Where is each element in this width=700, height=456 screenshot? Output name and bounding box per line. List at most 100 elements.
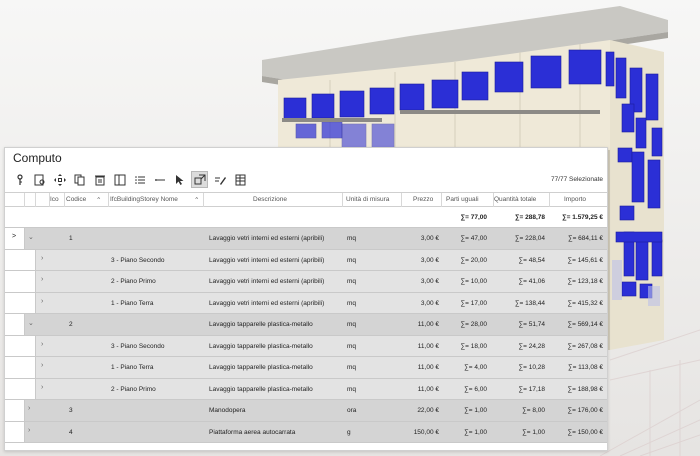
- cell-quantita: ∑= 51,74: [518, 321, 545, 328]
- key-icon[interactable]: [11, 171, 28, 188]
- cell-unita: mq: [347, 256, 357, 264]
- cell-descrizione: Lavaggio tapparelle plastica-metallo: [209, 385, 313, 393]
- cell-codice: 2: [69, 321, 73, 328]
- delete-icon[interactable]: [91, 171, 108, 188]
- column-header-codice[interactable]: Codice: [66, 196, 86, 203]
- cell-descrizione: Lavaggio tapparelle plastica-metallo: [209, 342, 313, 350]
- collapse-chevron-icon[interactable]: ⌄: [28, 319, 34, 327]
- table-row[interactable]: › 4 Piattaforma aerea autocarrata g 150,…: [5, 421, 607, 443]
- cell-prezzo: 150,00 €: [413, 428, 439, 436]
- cell-parti: ∑= 47,00: [460, 235, 487, 242]
- move-icon[interactable]: [51, 171, 68, 188]
- tag-search-icon[interactable]: [31, 171, 48, 188]
- cell-parti: ∑= 1,00: [464, 428, 487, 436]
- cell-prezzo: 11,00 €: [417, 342, 439, 350]
- isolate-icon[interactable]: [191, 171, 208, 188]
- total-importo: ∑= 1.579,25 €: [562, 214, 603, 221]
- computo-table: Ico Codice ⌃ IfcBuildingStorey Nome ⌃ De…: [5, 192, 607, 443]
- column-header-importo[interactable]: Importo: [564, 196, 586, 203]
- cell-unita: mq: [347, 364, 357, 371]
- cell-quantita: ∑= 228,04: [514, 235, 545, 242]
- current-row-marker: >: [12, 233, 17, 240]
- expand-chevron-icon[interactable]: ›: [41, 362, 43, 369]
- cell-prezzo: 3,00 €: [420, 299, 439, 307]
- cell-storey: 2 - Piano Primo: [111, 278, 156, 285]
- table-row[interactable]: › 3 - Piano Secondo Lavaggio vetri inter…: [5, 249, 607, 271]
- total-parti: ∑= 77,00: [460, 214, 487, 221]
- cell-importo: ∑= 150,00 €: [567, 428, 603, 436]
- column-header-descrizione[interactable]: Descrizione: [253, 196, 287, 203]
- cell-storey: 3 - Piano Secondo: [111, 256, 165, 264]
- table-row[interactable]: › 1 - Piano Terra Lavaggio tapparelle pl…: [5, 357, 607, 379]
- cell-importo: ∑= 113,08 €: [567, 364, 603, 371]
- expand-chevron-icon[interactable]: ›: [41, 276, 43, 283]
- cell-importo: ∑= 569,14 €: [567, 321, 603, 328]
- cell-codice: 3: [69, 407, 73, 414]
- pointer-select-icon[interactable]: [171, 171, 188, 188]
- cell-parti: ∑= 4,00: [464, 364, 487, 371]
- table-row[interactable]: › 3 - Piano Secondo Lavaggio tapparelle …: [5, 335, 607, 357]
- cell-importo: ∑= 176,00 €: [567, 407, 603, 414]
- total-quantita: ∑= 288,78: [514, 214, 545, 221]
- columns-icon[interactable]: [111, 171, 128, 188]
- column-header-storey[interactable]: IfcBuildingStorey Nome: [110, 196, 178, 203]
- totals-row: ∑= 77,00 ∑= 288,78 ∑= 1.579,25 €: [5, 207, 607, 228]
- expand-chevron-icon[interactable]: ›: [28, 405, 30, 412]
- table-row[interactable]: › 2 - Piano Primo Lavaggio tapparelle pl…: [5, 378, 607, 400]
- column-header-ico[interactable]: Ico: [50, 196, 59, 203]
- expand-chevron-icon[interactable]: ›: [41, 298, 43, 305]
- cell-importo: ∑= 267,08 €: [567, 342, 603, 350]
- cell-quantita: ∑= 8,00: [522, 407, 545, 414]
- table-row[interactable]: › 1 - Piano Terra Lavaggio vetri interni…: [5, 292, 607, 314]
- cell-parti: ∑= 6,00: [464, 385, 487, 393]
- cell-importo: ∑= 123,18 €: [567, 278, 603, 285]
- column-header-prezzo[interactable]: Prezzo: [413, 196, 433, 203]
- cell-descrizione: Lavaggio vetri interni ed esterni (aprib…: [209, 256, 325, 264]
- cell-descrizione: Lavaggio vetri interni ed esterni (aprib…: [209, 299, 325, 307]
- table-row[interactable]: › 2 - Piano Primo Lavaggio vetri interni…: [5, 271, 607, 293]
- cell-unita: mq: [347, 278, 357, 285]
- table-row[interactable]: › 3 Manodopera ora 22,00 € ∑= 1,00 ∑= 8,…: [5, 400, 607, 422]
- column-header-quantita[interactable]: Quantità totale: [494, 196, 536, 203]
- cell-storey: 2 - Piano Primo: [111, 385, 156, 393]
- cell-unita: mq: [347, 385, 357, 393]
- sort-asc-icon[interactable]: ⌃: [194, 196, 199, 204]
- cell-prezzo: 22,00 €: [417, 407, 439, 414]
- cell-unita: g: [347, 428, 351, 436]
- table-row[interactable]: ⌄ 2 Lavaggio tapparelle plastica-metallo…: [5, 314, 607, 336]
- toolbar: [11, 171, 248, 189]
- cell-descrizione: Lavaggio tapparelle plastica-metallo: [209, 321, 313, 328]
- cell-parti: ∑= 10,00: [460, 278, 487, 285]
- collapse-chevron-icon[interactable]: ⌄: [28, 233, 34, 241]
- panel-title: Computo: [13, 151, 62, 165]
- cell-unita: mq: [347, 299, 357, 307]
- table-row[interactable]: > ⌄ 1 Lavaggio vetri interni ed esterni …: [5, 228, 607, 250]
- dash-icon[interactable]: [151, 171, 168, 188]
- cell-unita: mq: [347, 321, 357, 328]
- cell-prezzo: 3,00 €: [420, 256, 439, 264]
- sort-asc-icon[interactable]: ⌃: [96, 196, 101, 204]
- expand-chevron-icon[interactable]: ›: [41, 341, 43, 348]
- cell-importo: ∑= 188,98 €: [567, 385, 603, 393]
- cell-codice: 1: [69, 235, 73, 242]
- cell-unita: mq: [347, 342, 357, 350]
- cell-quantita: ∑= 10,28: [518, 364, 545, 371]
- cell-quantita: ∑= 17,18: [518, 385, 545, 393]
- grid-export-icon[interactable]: [231, 171, 248, 188]
- cell-codice: 4: [69, 428, 73, 436]
- edit-lines-icon[interactable]: [211, 171, 228, 188]
- cell-prezzo: 3,00 €: [420, 235, 439, 242]
- cell-parti: ∑= 17,00: [460, 299, 487, 307]
- expand-chevron-icon[interactable]: ›: [28, 427, 30, 434]
- cell-quantita: ∑= 48,54: [518, 256, 545, 264]
- column-header-parti[interactable]: Parti uguali: [446, 196, 479, 203]
- column-header-unita[interactable]: Unità di misura: [346, 196, 389, 203]
- copy-icon[interactable]: [71, 171, 88, 188]
- expand-chevron-icon[interactable]: ›: [41, 255, 43, 262]
- table-header: Ico Codice ⌃ IfcBuildingStorey Nome ⌃ De…: [5, 192, 607, 207]
- cell-descrizione: Piattaforma aerea autocarrata: [209, 428, 296, 436]
- cell-importo: ∑= 415,32 €: [567, 299, 603, 307]
- expand-chevron-icon[interactable]: ›: [41, 384, 43, 391]
- selection-count: 77/77 Selezionate: [550, 176, 603, 183]
- list-icon[interactable]: [131, 171, 148, 188]
